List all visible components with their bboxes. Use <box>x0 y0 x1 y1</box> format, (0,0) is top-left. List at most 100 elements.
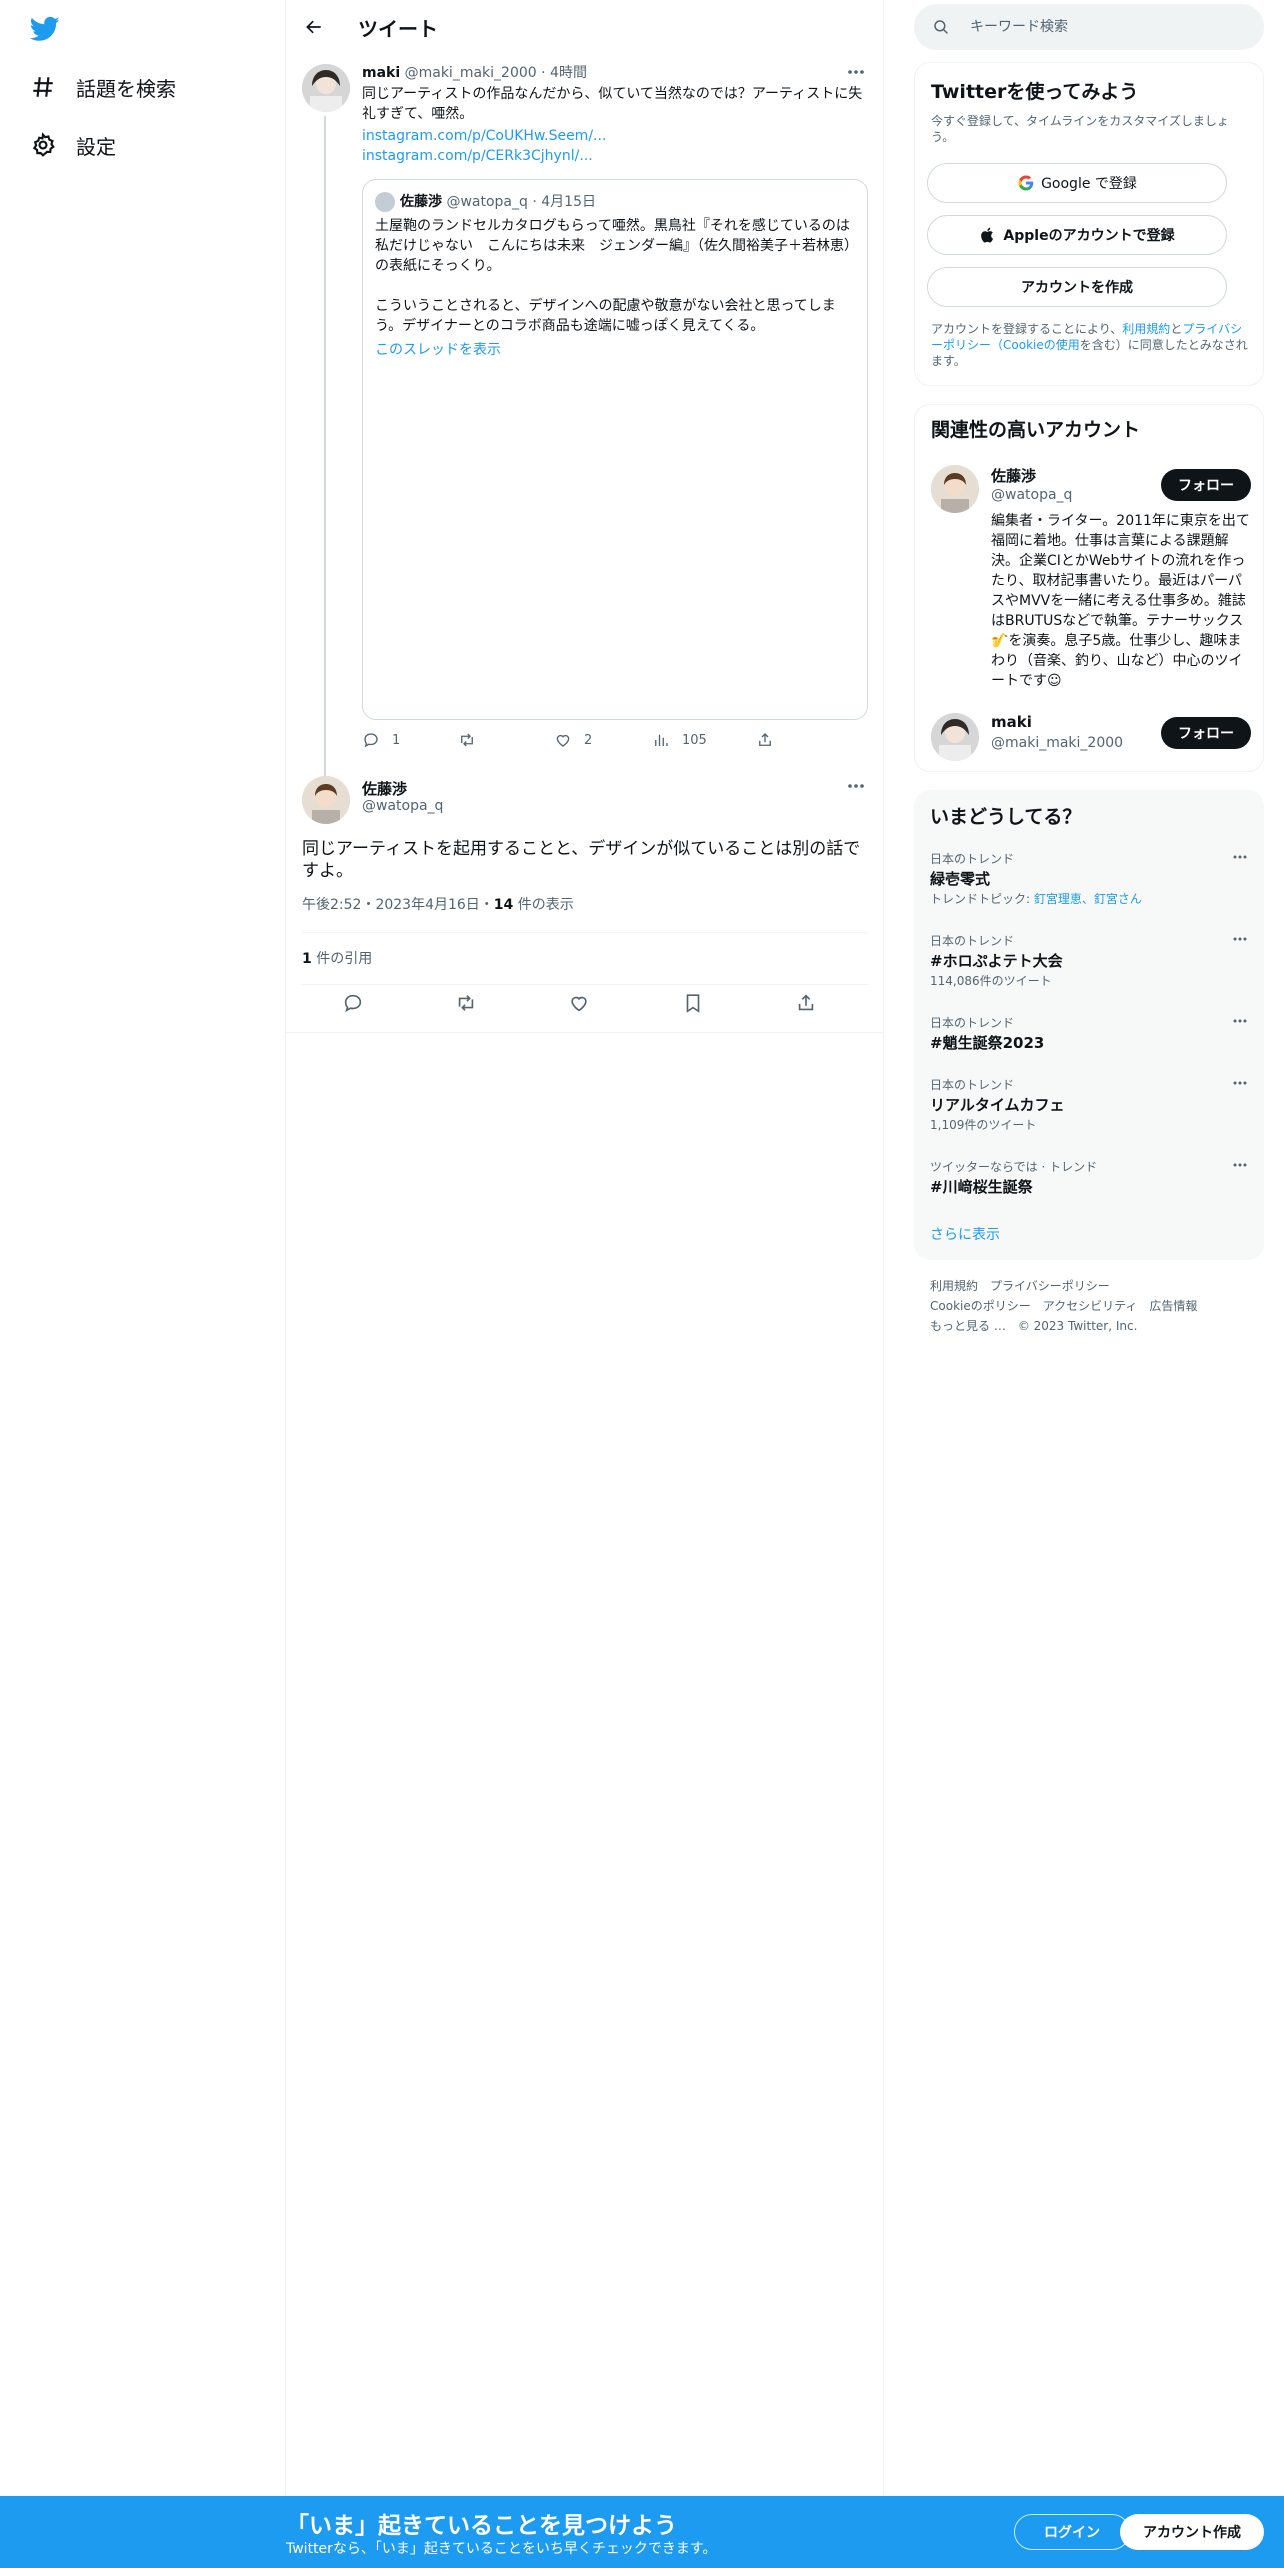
account-name[interactable]: maki <box>991 713 1032 731</box>
tweet-actions: 1 2 105 <box>362 728 822 752</box>
footer-link[interactable]: 広告情報 <box>1149 1299 1197 1313</box>
like-count: 2 <box>584 732 593 748</box>
related-accounts-title: 関連性の高いアカウント <box>931 419 1141 441</box>
search-input[interactable] <box>970 19 1250 35</box>
views-button[interactable]: 105 <box>652 728 707 752</box>
account-handle[interactable]: @maki_maki_2000 <box>991 735 1123 751</box>
parent-tweet[interactable]: maki @maki_maki_2000 · 4時間 同じアーティストの作品なん… <box>286 60 884 820</box>
trend-topic-links[interactable]: 釘宮理恵、釘宮さん <box>1034 892 1142 906</box>
google-signup-label: Google で登録 <box>1041 176 1137 192</box>
heart-icon <box>556 734 570 747</box>
trend-item[interactable]: 日本のトレンド #魈生誕祭2023 <box>914 1014 1264 1074</box>
footer-link[interactable]: アクセシビリティ <box>1043 1299 1138 1313</box>
share-button[interactable] <box>795 992 819 1016</box>
nav-settings[interactable]: 設定 <box>30 125 116 165</box>
share-button[interactable] <box>756 728 786 752</box>
avatar[interactable] <box>931 713 979 761</box>
show-thread-link[interactable]: このスレッドを表示 <box>375 340 501 360</box>
nav-explore-label: 話題を検索 <box>76 76 176 101</box>
bookmark-icon <box>686 994 700 1013</box>
reply-button[interactable] <box>342 992 366 1016</box>
tweet-timestamp: 午後2:52・2023年4月16日・14 件の表示 <box>302 894 574 914</box>
tweet-text: 同じアーティストの作品なんだから、似ていて当然なのでは？アーティストに失礼すぎて… <box>362 86 863 122</box>
footer-link[interactable]: Cookieのポリシー <box>930 1299 1031 1313</box>
more-dots-icon <box>1233 855 1247 859</box>
reply-button[interactable]: 1 <box>362 728 400 752</box>
account-name[interactable]: 佐藤渉 <box>991 465 1036 486</box>
quoted-tweet[interactable]: 佐藤渉 @watopa_q · 4月15日 土屋鞄のランドセルカタログもらって唖… <box>362 179 868 720</box>
trend-subtitle: 1,109件のツイート <box>930 1118 1037 1132</box>
trend-topic-label: トレンドトピック: <box>930 892 1034 906</box>
tweet-link[interactable]: instagram.com/p/CoUKHw.Seem/... <box>362 126 606 146</box>
footer-link[interactable]: プライバシーポリシー <box>990 1279 1110 1293</box>
signup-button[interactable]: アカウント作成 <box>1120 2514 1264 2550</box>
account-handle[interactable]: @watopa_q <box>991 487 1072 503</box>
trend-context: ツイッターならでは · トレンド <box>930 1160 1098 1174</box>
signup-terms: アカウントを登録することにより、利用規約とプライバシーポリシー（Cookieの使… <box>931 321 1249 369</box>
separator-dot: · <box>541 65 546 81</box>
tweet-link[interactable]: instagram.com/p/CERk3Cjhynl/... <box>362 146 593 166</box>
divider <box>302 932 868 933</box>
create-account-button[interactable]: アカウントを作成 <box>927 267 1227 307</box>
avatar[interactable] <box>302 64 350 112</box>
page-title: ツイート <box>358 17 438 41</box>
author-handle[interactable]: @watopa_q <box>362 798 443 814</box>
nav-explore[interactable]: 話題を検索 <box>30 67 176 107</box>
show-more-link[interactable]: さらに表示 <box>930 1224 1000 1244</box>
back-button[interactable] <box>300 13 328 41</box>
terms-text: と <box>1170 322 1183 336</box>
like-button[interactable] <box>568 992 592 1016</box>
trend-context: 日本のトレンド <box>930 1078 1015 1092</box>
trend-title: #川﨑桜生誕祭 <box>930 1178 1033 1196</box>
trend-item[interactable]: 日本のトレンド リアルタイムカフェ 1,109件のツイート <box>914 1076 1264 1136</box>
apple-signup-button[interactable]: Appleのアカウントで登録 <box>927 215 1227 255</box>
quotes-link[interactable]: 1 件の引用 <box>302 948 372 968</box>
follow-button[interactable]: フォロー <box>1161 469 1251 501</box>
author-name[interactable]: maki <box>362 65 400 81</box>
more-dots-icon <box>1233 1019 1247 1023</box>
reply-icon <box>344 994 362 1013</box>
avatar[interactable] <box>302 776 350 824</box>
like-button[interactable]: 2 <box>554 728 592 752</box>
trend-item[interactable]: ツイッターならでは · トレンド #川﨑桜生誕祭 <box>914 1158 1264 1218</box>
more-dots-icon <box>1233 1081 1247 1085</box>
more-dots-icon <box>1233 937 1247 941</box>
divider <box>302 984 868 985</box>
retweet-button[interactable] <box>455 992 479 1016</box>
footer-more-link[interactable]: もっと見る … <box>930 1319 1006 1333</box>
footer-link[interactable]: 利用規約 <box>930 1279 978 1293</box>
signup-card: Twitterを使ってみよう 今すぐ登録して、タイムラインをカスタマイズしましょ… <box>914 62 1264 386</box>
more-options-button[interactable] <box>844 778 868 794</box>
thread-line <box>324 116 326 820</box>
footer-links: 利用規約 プライバシーポリシー Cookieのポリシー アクセシビリティ 広告情報 も… <box>930 1276 1250 1336</box>
reply-count: 1 <box>392 732 401 748</box>
reply-icon <box>364 733 378 748</box>
avatar[interactable] <box>931 465 979 513</box>
retweet-icon <box>458 995 474 1011</box>
more-dots-icon <box>848 784 864 788</box>
search-icon <box>934 20 948 34</box>
google-signup-button[interactable]: Google で登録 <box>927 163 1227 203</box>
trend-item[interactable]: 日本のトレンド 緑壱零式 トレンドトピック: 釘宮理恵、釘宮さん <box>914 850 1264 910</box>
follow-button[interactable]: フォロー <box>1161 717 1251 749</box>
divider <box>286 1032 884 1033</box>
trend-item[interactable]: 日本のトレンド #ホロぷよテト大会 114,086件のツイート <box>914 932 1264 992</box>
author-name[interactable]: 佐藤渉 <box>362 778 407 799</box>
login-button[interactable]: ログイン <box>1014 2514 1130 2550</box>
share-icon <box>759 733 771 746</box>
view-count: 105 <box>682 732 707 748</box>
retweet-button[interactable] <box>458 728 488 752</box>
author-handle[interactable]: @maki_maki_2000 <box>405 65 537 81</box>
twitter-logo-icon[interactable] <box>28 14 62 44</box>
tweet-time[interactable]: 4時間 <box>550 65 587 81</box>
quoted-paragraph: こういうことされると、デザインへの配慮や敬意がない会社と思ってしまう。デザイナー… <box>375 298 836 334</box>
terms-link[interactable]: 利用規約 <box>1122 322 1170 336</box>
bottom-signup-bar: 「いま」起きていることを見つけよう Twitterなら、「いま」起きていることを… <box>0 2496 1284 2568</box>
bookmark-button[interactable] <box>682 992 706 1016</box>
search-bar[interactable] <box>914 4 1264 50</box>
more-options-button[interactable] <box>844 64 868 80</box>
tweet-date: 4月15日 <box>541 194 596 210</box>
tweet-time[interactable]: 午後2:52・2023年4月16日・ <box>302 897 494 913</box>
trends-title: いまどうしてる？ <box>930 806 1082 828</box>
trend-context: 日本のトレンド <box>930 934 1015 948</box>
